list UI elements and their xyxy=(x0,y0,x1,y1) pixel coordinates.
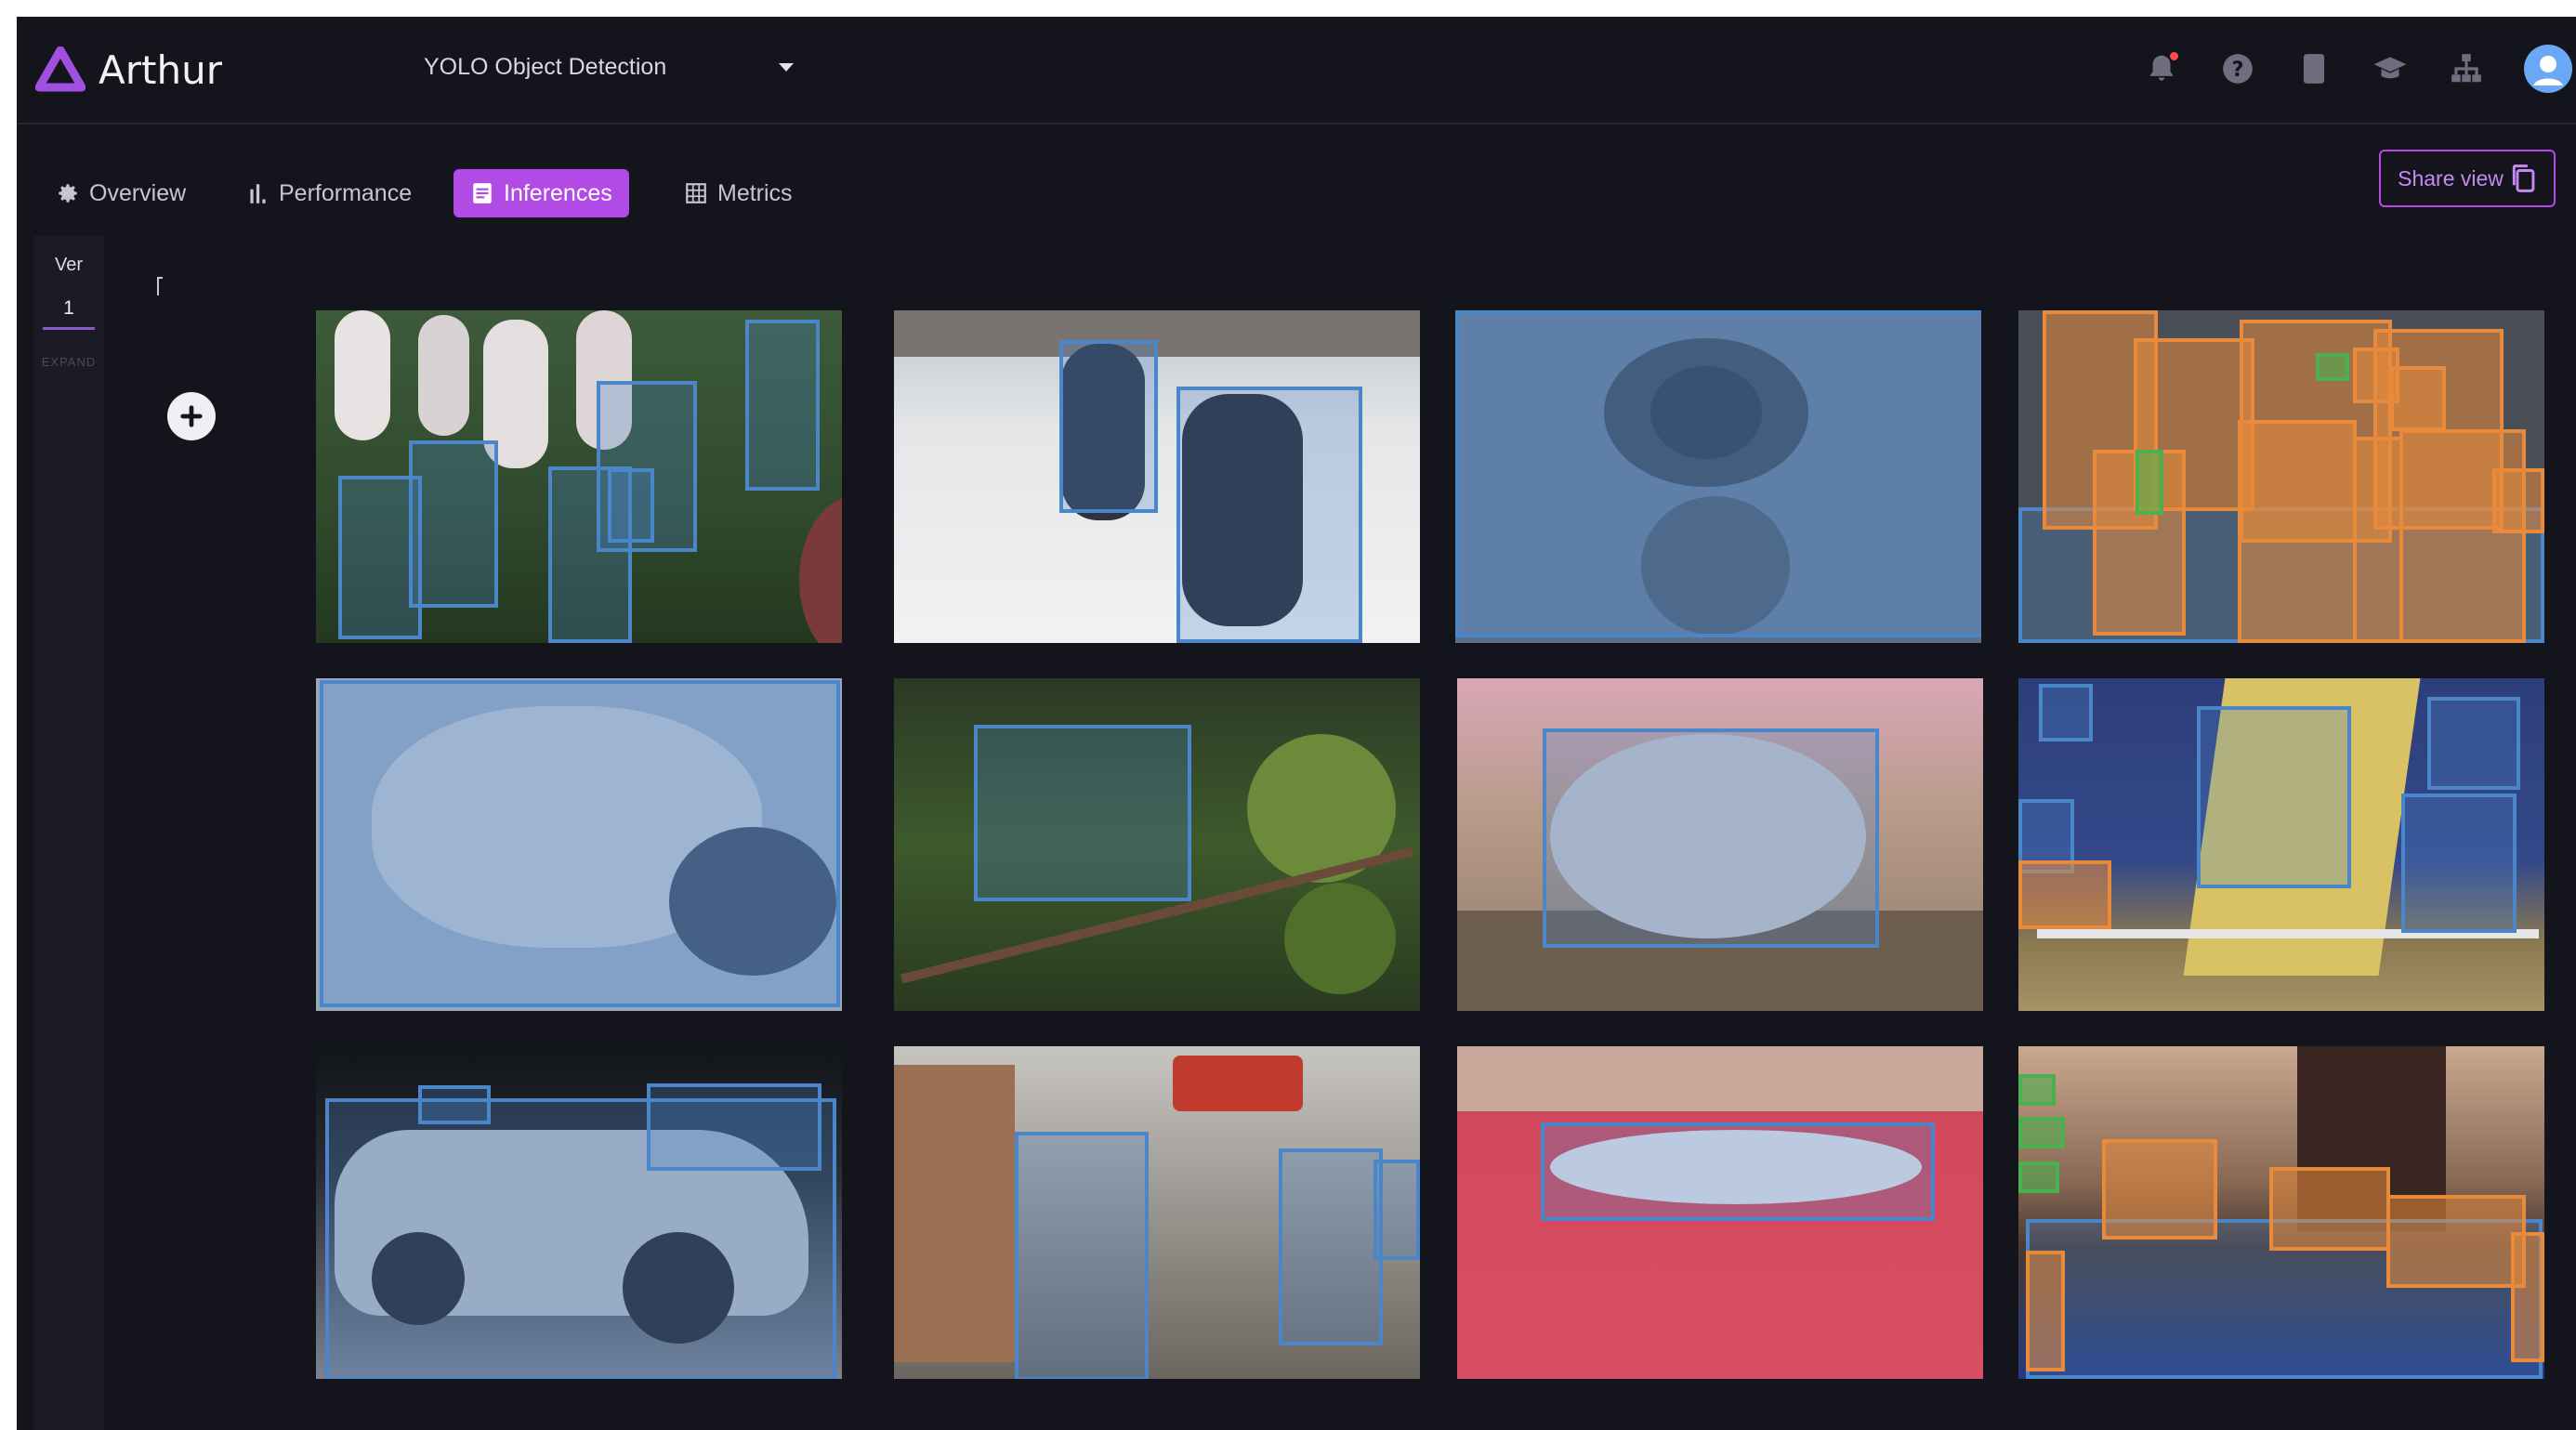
inference-image[interactable] xyxy=(1457,678,1983,1011)
list-icon xyxy=(473,183,492,203)
inference-image[interactable] xyxy=(2018,310,2544,643)
model-name: YOLO Object Detection xyxy=(424,53,667,80)
top-bar: Arthur YOLO Object Detection ? xyxy=(17,17,2576,125)
inference-image[interactable] xyxy=(1457,1046,1983,1379)
inference-image[interactable] xyxy=(894,678,1420,1011)
version-item[interactable]: 1 xyxy=(43,297,95,330)
version-rail: Ver 1 EXPAND xyxy=(33,236,104,1430)
grid-icon xyxy=(686,183,706,203)
inference-image[interactable] xyxy=(894,1046,1420,1379)
tab-metrics-label: Metrics xyxy=(717,179,793,206)
help-icon[interactable]: ? xyxy=(2214,45,2262,93)
chevron-down-icon xyxy=(779,62,794,72)
tab-metrics[interactable]: Metrics xyxy=(684,169,793,217)
header-icons: ? xyxy=(2109,45,2576,93)
notification-dot xyxy=(2170,52,2178,60)
app-window: Arthur YOLO Object Detection ? Overview … xyxy=(17,17,2576,1430)
expand-button[interactable]: EXPAND xyxy=(33,355,104,369)
inference-image[interactable] xyxy=(2018,678,2544,1011)
share-view-button[interactable]: Share view xyxy=(2379,150,2556,207)
bar-chart-icon xyxy=(250,184,266,203)
inference-image[interactable] xyxy=(316,678,842,1011)
share-view-label: Share view xyxy=(2398,165,2504,190)
brand-logo[interactable]: Arthur xyxy=(35,46,222,93)
tab-overview-label: Overview xyxy=(89,179,187,206)
document-icon[interactable] xyxy=(2290,45,2338,93)
gear-icon xyxy=(59,184,77,203)
copy-icon xyxy=(2512,164,2535,192)
tab-bar: Overview Performance Inferences Metrics xyxy=(17,123,2576,234)
model-selector[interactable]: YOLO Object Detection xyxy=(424,48,805,85)
inference-image[interactable] xyxy=(316,310,842,643)
graduation-cap-icon[interactable] xyxy=(2366,45,2414,93)
add-filter-button[interactable] xyxy=(167,392,216,440)
bell-icon[interactable] xyxy=(2137,45,2186,93)
version-title: Ver xyxy=(54,255,84,275)
brand-name: Arthur xyxy=(99,46,222,93)
tab-performance[interactable]: Performance xyxy=(245,169,412,217)
arthur-logo-icon xyxy=(35,46,85,92)
svg-text:?: ? xyxy=(2232,58,2244,82)
inference-image[interactable] xyxy=(316,1046,842,1379)
tab-overview[interactable]: Overview xyxy=(56,169,186,217)
org-tree-icon[interactable] xyxy=(2442,45,2491,93)
inference-image[interactable] xyxy=(894,310,1420,643)
user-avatar-icon[interactable] xyxy=(2524,45,2572,93)
inference-image[interactable] xyxy=(2018,1046,2544,1379)
tab-inferences-label: Inferences xyxy=(504,179,612,206)
plus-icon xyxy=(180,405,203,427)
text-cursor xyxy=(157,277,163,297)
tab-performance-label: Performance xyxy=(279,179,413,206)
tab-inferences[interactable]: Inferences xyxy=(453,169,629,217)
inference-image[interactable] xyxy=(1455,310,1981,643)
